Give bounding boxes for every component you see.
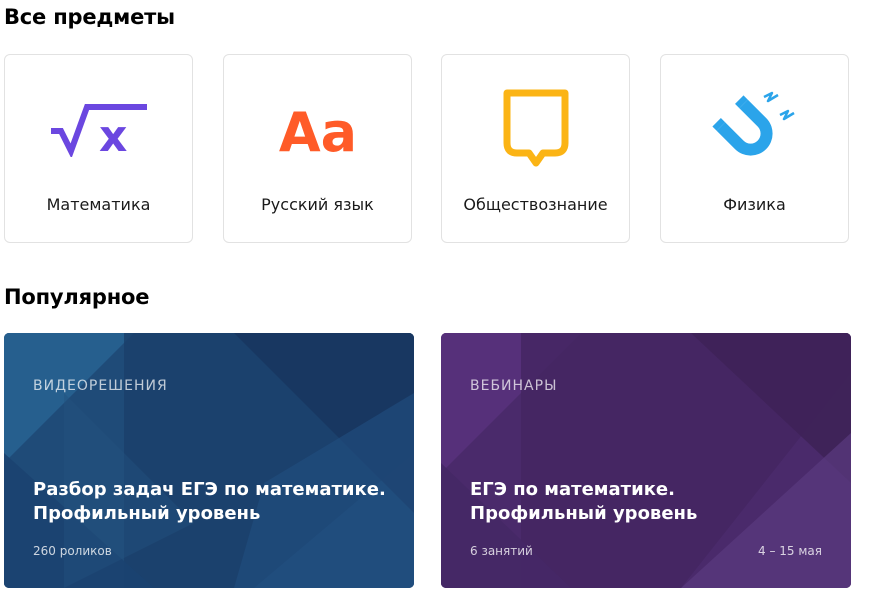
subject-card-russian[interactable]: Aa Русский язык [223,54,412,243]
aa-letters-text: Aa [278,101,356,159]
promo-kicker: ВЕБИНАРЫ [470,378,558,394]
shield-icon [442,89,629,169]
subject-card-physics[interactable]: Физика [660,54,849,243]
promo-card-video-solutions[interactable]: ВИДЕОРЕШЕНИЯ Разбор задач ЕГЭ по математ… [4,333,414,588]
subject-label-physics: Физика [723,195,786,214]
subject-label-math: Математика [46,195,151,214]
subject-label-social: Обществознание [463,195,608,214]
section-title-subjects: Все предметы [4,5,175,29]
sqrt-x-letter: x [99,111,127,157]
promo-title: Разбор задач ЕГЭ по математике. Профильн… [33,478,393,526]
promo-title: ЕГЭ по математике. Профильный уровень [470,478,830,526]
promo-title-line-2: Профильный уровень [470,503,698,524]
promo-title-line-1: Разбор задач ЕГЭ по математике. [33,479,386,500]
promo-meta: 260 роликов [33,544,112,558]
subject-card-math[interactable]: x Математика [4,54,193,243]
promo-kicker: ВИДЕОРЕШЕНИЯ [33,378,168,394]
promo-title-line-1: ЕГЭ по математике. [470,479,675,500]
section-title-popular: Популярное [4,285,150,309]
aa-letters-icon: Aa [224,89,411,169]
promo-title-line-2: Профильный уровень [33,503,261,524]
magnet-icon [661,89,848,169]
subject-card-social[interactable]: Обществознание [441,54,630,243]
promo-meta: 6 занятий [470,544,533,558]
subjects-grid: x Математика Aa Русский язык Обществозна… [4,54,851,245]
sqrt-x-icon: x [5,89,192,169]
promo-dates: 4 – 15 мая [758,544,822,558]
promo-card-webinars[interactable]: ВЕБИНАРЫ ЕГЭ по математике. Профильный у… [441,333,851,588]
subject-label-russian: Русский язык [261,195,374,214]
page: Все предметы x Математика Aa Русский язы… [0,0,871,599]
